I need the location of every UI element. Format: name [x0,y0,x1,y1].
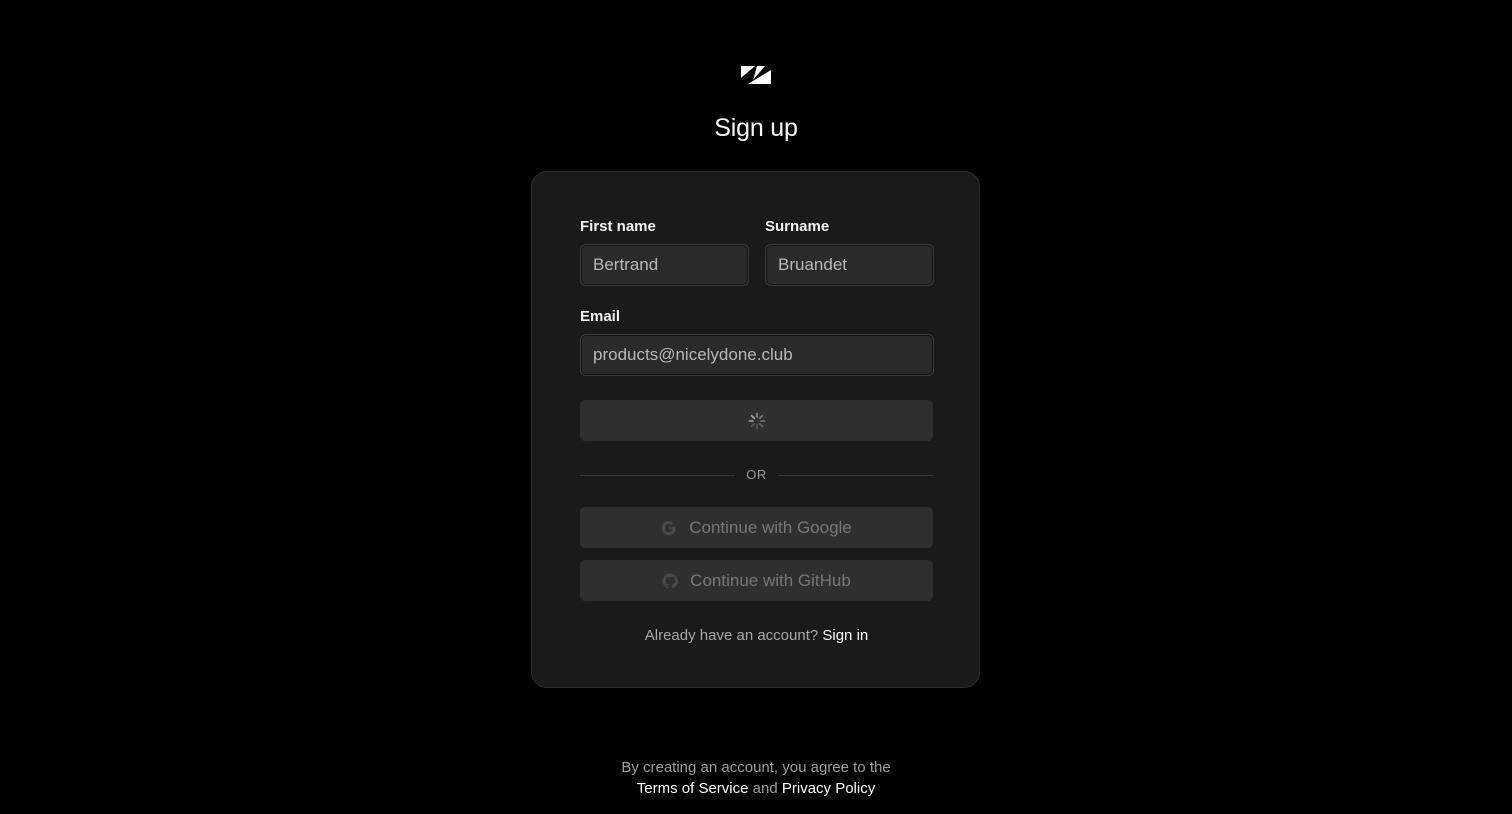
page-title: Sign up [714,114,798,142]
or-divider: OR [580,466,933,486]
privacy-policy-link[interactable]: Privacy Policy [782,780,875,797]
github-button-label: Continue with GitHub [690,570,851,590]
github-icon [662,573,679,588]
legal-footer: By creating an account, you agree to the… [0,757,1512,799]
signin-prompt-text: Already have an account? [644,627,819,644]
divider-line-right [778,475,933,476]
email-label: Email [580,308,621,325]
surname-label: Surname [765,218,830,235]
signup-page: Sign up First name Surname Email [0,0,1512,814]
footer-agreement-text: By creating an account, you agree to the [621,759,891,776]
first-name-input[interactable] [580,244,749,286]
footer-and-text: and [752,780,778,797]
submit-button[interactable] [580,400,933,441]
terms-of-service-link[interactable]: Terms of Service [637,780,749,797]
continue-with-github-button[interactable]: Continue with GitHub [580,560,933,601]
footer-links-row: Terms of Service and Privacy Policy [0,778,1512,799]
spinner-icon [748,412,765,429]
continue-with-google-button[interactable]: Continue with Google [580,507,933,548]
surname-input[interactable] [765,244,934,286]
signin-link[interactable]: Sign in [822,627,868,644]
google-button-label: Continue with Google [689,517,852,537]
google-icon [662,520,676,535]
signup-card: First name Surname Email [531,171,980,688]
email-input[interactable] [580,334,934,376]
brand-logo-icon [741,66,771,84]
signin-prompt-row: Already have an account? Sign in [532,627,981,644]
first-name-label: First name [580,218,656,235]
